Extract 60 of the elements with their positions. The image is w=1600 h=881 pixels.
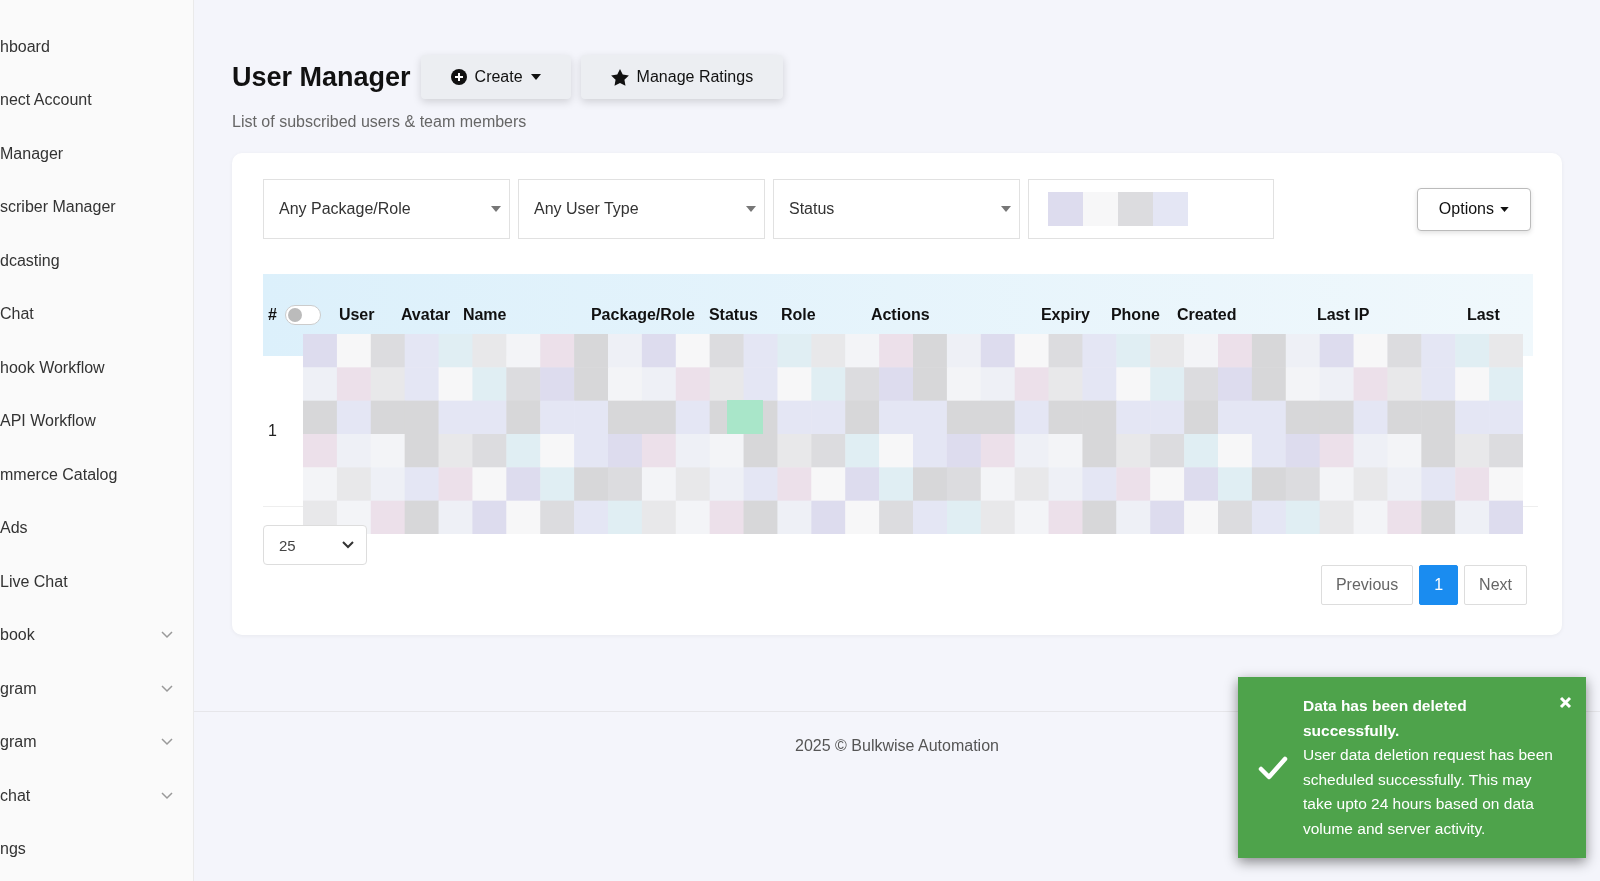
toast-title: Data has been deleted successfully.	[1303, 696, 1468, 741]
column-header: Actions	[870, 306, 930, 324]
sidebar-item[interactable]: Chat	[0, 287, 193, 341]
caret-icon	[491, 206, 501, 212]
sidebar-item[interactable]: Live Chat	[0, 555, 193, 609]
sidebar-item[interactable]: scriber Manager	[0, 180, 193, 234]
caret-icon	[1001, 206, 1011, 212]
sidebar-item[interactable]: dcasting	[0, 234, 193, 288]
row-number: 1	[268, 422, 277, 440]
filter-select[interactable]: Status	[773, 179, 1020, 239]
filter-select[interactable]: Any Package/Role	[263, 179, 510, 239]
chevron-down-icon	[342, 541, 354, 549]
toast-message: User data deletion request has been scheduled successfully. This may take upto 24 hours based on data volume and server activity.	[1303, 745, 1554, 839]
toggle-switch[interactable]	[284, 305, 321, 325]
column-header: Last IP	[1316, 306, 1370, 324]
pagination-button[interactable]: Previous	[1320, 565, 1414, 605]
page-title: User Manager	[232, 61, 411, 93]
sidebar-item[interactable]: hook Workflow	[0, 341, 193, 395]
sidebar-item[interactable]: ngs	[0, 822, 193, 876]
sidebar-item[interactable]: gram	[0, 662, 193, 716]
sidebar-item[interactable]: gram	[0, 715, 193, 769]
column-header: Name	[462, 306, 507, 324]
column-header: Package/Role	[590, 306, 695, 324]
sidebar-item[interactable]: chat	[0, 769, 193, 823]
close-icon[interactable]	[1559, 696, 1572, 709]
sidebar-item[interactable]: hboard	[0, 20, 193, 74]
column-header: Last	[1466, 306, 1500, 324]
check-icon	[1258, 755, 1288, 780]
footer-text: 2025 © Bulkwise Automation	[795, 737, 999, 755]
sidebar-item[interactable]: nect Account	[0, 73, 193, 127]
star-icon	[610, 68, 629, 86]
column-header: Expiry	[1040, 306, 1090, 324]
header-button[interactable]: Create	[420, 55, 571, 99]
sidebar-item[interactable]: Manager	[0, 127, 193, 181]
plus-circle-icon	[450, 69, 467, 85]
chevron-down-icon	[161, 631, 173, 640]
column-header: Role	[780, 306, 816, 324]
options-button[interactable]: Options	[1416, 187, 1531, 231]
caret-icon	[530, 74, 541, 80]
column-header: #	[268, 306, 277, 324]
caret-icon	[1500, 206, 1509, 212]
sidebar-item[interactable]: mmerce Catalog	[0, 448, 193, 502]
column-header: Avatar	[400, 306, 451, 324]
chevron-down-icon	[161, 684, 173, 693]
page-subtitle: List of subscribed users & team members	[232, 113, 528, 131]
column-header: Created	[1176, 306, 1237, 324]
page-size-select[interactable]: 25	[263, 525, 367, 565]
sidebar-item[interactable]: Ads	[0, 501, 193, 555]
search-field[interactable]	[1028, 179, 1274, 239]
column-header: Phone	[1110, 306, 1160, 324]
pagination-button[interactable]: Next	[1464, 565, 1527, 605]
sidebar-item[interactable]: book	[0, 608, 193, 662]
column-header: Status	[708, 306, 758, 324]
header-button[interactable]: Manage Ratings	[580, 55, 784, 99]
chevron-down-icon	[161, 738, 173, 747]
filter-select[interactable]: Any User Type	[518, 179, 765, 239]
sidebar-item[interactable]: API Workflow	[0, 394, 193, 448]
column-header: User	[338, 306, 375, 324]
chevron-down-icon	[161, 791, 173, 800]
caret-icon	[746, 206, 756, 212]
